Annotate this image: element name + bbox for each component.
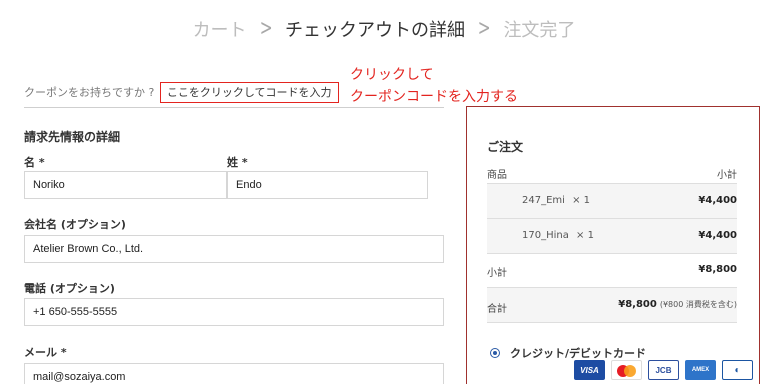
annotation-line-2: クーポンコードを入力する (350, 89, 518, 105)
item-amount: ¥4,400 (698, 230, 737, 241)
order-item-1: 247_Emi × 1 (522, 195, 590, 206)
phone-field[interactable]: +1 650-555-5555 (24, 298, 444, 326)
chevron-right-icon: > (259, 16, 273, 41)
payment-method-label: クレジット/デビットカード (510, 347, 647, 360)
payment-method-option[interactable]: クレジット/デビットカード (490, 345, 646, 361)
order-title: ご注文 (487, 140, 524, 154)
col-product: 商品 (487, 170, 507, 181)
order-table-header: 商品 小計 (487, 166, 737, 181)
coupon-notice: クーポンをお持ちですか ? ここをクリックしてコードを入力 (24, 82, 339, 103)
divider (487, 322, 737, 323)
item-qty: × 1 (572, 195, 591, 206)
first-name-field[interactable]: Noriko (24, 171, 227, 199)
item-name: 247_Emi (522, 195, 565, 206)
item-amount: ¥4,400 (698, 195, 737, 206)
total-label: 合計 (487, 304, 507, 315)
total-value: ¥8,800 (618, 299, 657, 310)
coupon-divider (24, 107, 444, 108)
coupon-entry-link[interactable]: ここをクリックしてコードを入力 (159, 82, 339, 103)
last-name-label: 姓 * (227, 156, 248, 169)
breadcrumb-order-complete: 注文完了 (503, 20, 576, 41)
coupon-prompt: クーポンをお持ちですか ? (24, 86, 155, 99)
last-name-field[interactable]: Endo (227, 171, 428, 199)
chevron-right-icon: > (477, 16, 491, 41)
subtotal-value: ¥8,800 (698, 264, 737, 275)
radio-selected-icon[interactable] (490, 348, 500, 358)
item-name: 170_Hina (522, 230, 569, 241)
company-field[interactable]: Atelier Brown Co., Ltd. (24, 235, 444, 263)
company-label: 会社名 (オプション) (24, 218, 126, 231)
visa-icon: VISA (574, 360, 605, 380)
col-subtotal: 小計 (717, 170, 737, 181)
divider (487, 253, 737, 254)
jcb-icon: JCB (648, 360, 679, 380)
card-logos: VISA JCB AMEX ◐ (574, 360, 753, 380)
phone-label: 電話 (オプション) (24, 282, 115, 295)
diners-club-icon: ◐ (722, 360, 753, 380)
total-amount: ¥8,800 (¥800 消費税を含む) (618, 299, 737, 310)
subtotal-label: 小計 (487, 268, 507, 279)
email-label: メール * (24, 346, 67, 359)
first-name-label: 名 * (24, 156, 45, 169)
mastercard-icon (611, 360, 642, 380)
order-item-2: 170_Hina × 1 (522, 230, 594, 241)
amex-icon: AMEX (685, 360, 716, 380)
breadcrumb-cart[interactable]: カート (193, 16, 247, 42)
checkout-breadcrumb: カート > チェックアウトの詳細 > 注文完了 (0, 16, 768, 42)
billing-section-title: 請求先情報の詳細 (24, 130, 121, 144)
email-field[interactable]: mail@sozaiya.com (24, 363, 444, 384)
total-tax-note: (¥800 消費税を含む) (659, 300, 737, 309)
item-qty: × 1 (576, 230, 594, 241)
breadcrumb-checkout-details: チェックアウトの詳細 (285, 20, 465, 41)
annotation-line-1: クリックして (350, 67, 434, 83)
